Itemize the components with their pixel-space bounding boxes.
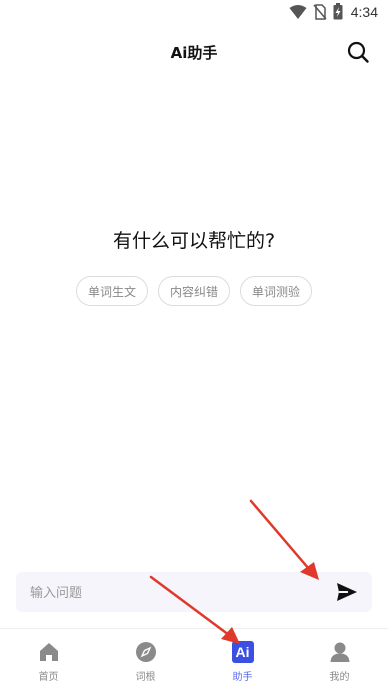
- compass-icon: [135, 642, 156, 662]
- question-input[interactable]: [28, 572, 322, 614]
- chip-word-to-text[interactable]: 单词生文: [76, 276, 148, 306]
- nav-item-home[interactable]: 首页: [0, 629, 97, 690]
- nav-item-profile[interactable]: 我的: [291, 629, 388, 690]
- chip-word-quiz[interactable]: 单词测验: [240, 276, 312, 306]
- chat-input-bar: [16, 572, 372, 614]
- send-button[interactable]: [336, 582, 358, 602]
- status-bar: 4:34: [0, 0, 388, 26]
- send-icon: [337, 583, 357, 601]
- home-icon: [39, 643, 58, 661]
- ai-assistant-icon: Ai: [231, 641, 254, 663]
- battery-charging-icon: [333, 3, 343, 20]
- status-time: 4:34: [350, 3, 378, 20]
- prompt-heading: 有什么可以帮忙的?: [112, 230, 276, 252]
- search-button[interactable]: [346, 40, 370, 64]
- nav-label-profile: 我的: [329, 672, 350, 683]
- nav-item-roots[interactable]: 词根: [97, 629, 194, 690]
- status-icons: 4:34: [289, 3, 378, 20]
- no-sim-icon: [313, 3, 327, 20]
- nav-label-home: 首页: [38, 672, 59, 683]
- nav-label-assistant: 助手: [232, 672, 253, 683]
- bottom-nav: 首页 词根 Ai 助手 我的: [0, 628, 388, 690]
- profile-icon: [330, 642, 349, 662]
- wifi-icon: [289, 4, 307, 19]
- chip-content-correction[interactable]: 内容纠错: [158, 276, 230, 306]
- nav-label-roots: 词根: [135, 672, 156, 683]
- search-icon: [347, 41, 369, 63]
- suggestion-chips: 单词生文 内容纠错 单词测验: [0, 276, 388, 306]
- arrow-to-send-button: [249, 499, 319, 580]
- nav-item-assistant[interactable]: Ai 助手: [194, 629, 291, 690]
- page-title: Ai助手: [170, 44, 218, 62]
- header: Ai助手: [0, 34, 388, 70]
